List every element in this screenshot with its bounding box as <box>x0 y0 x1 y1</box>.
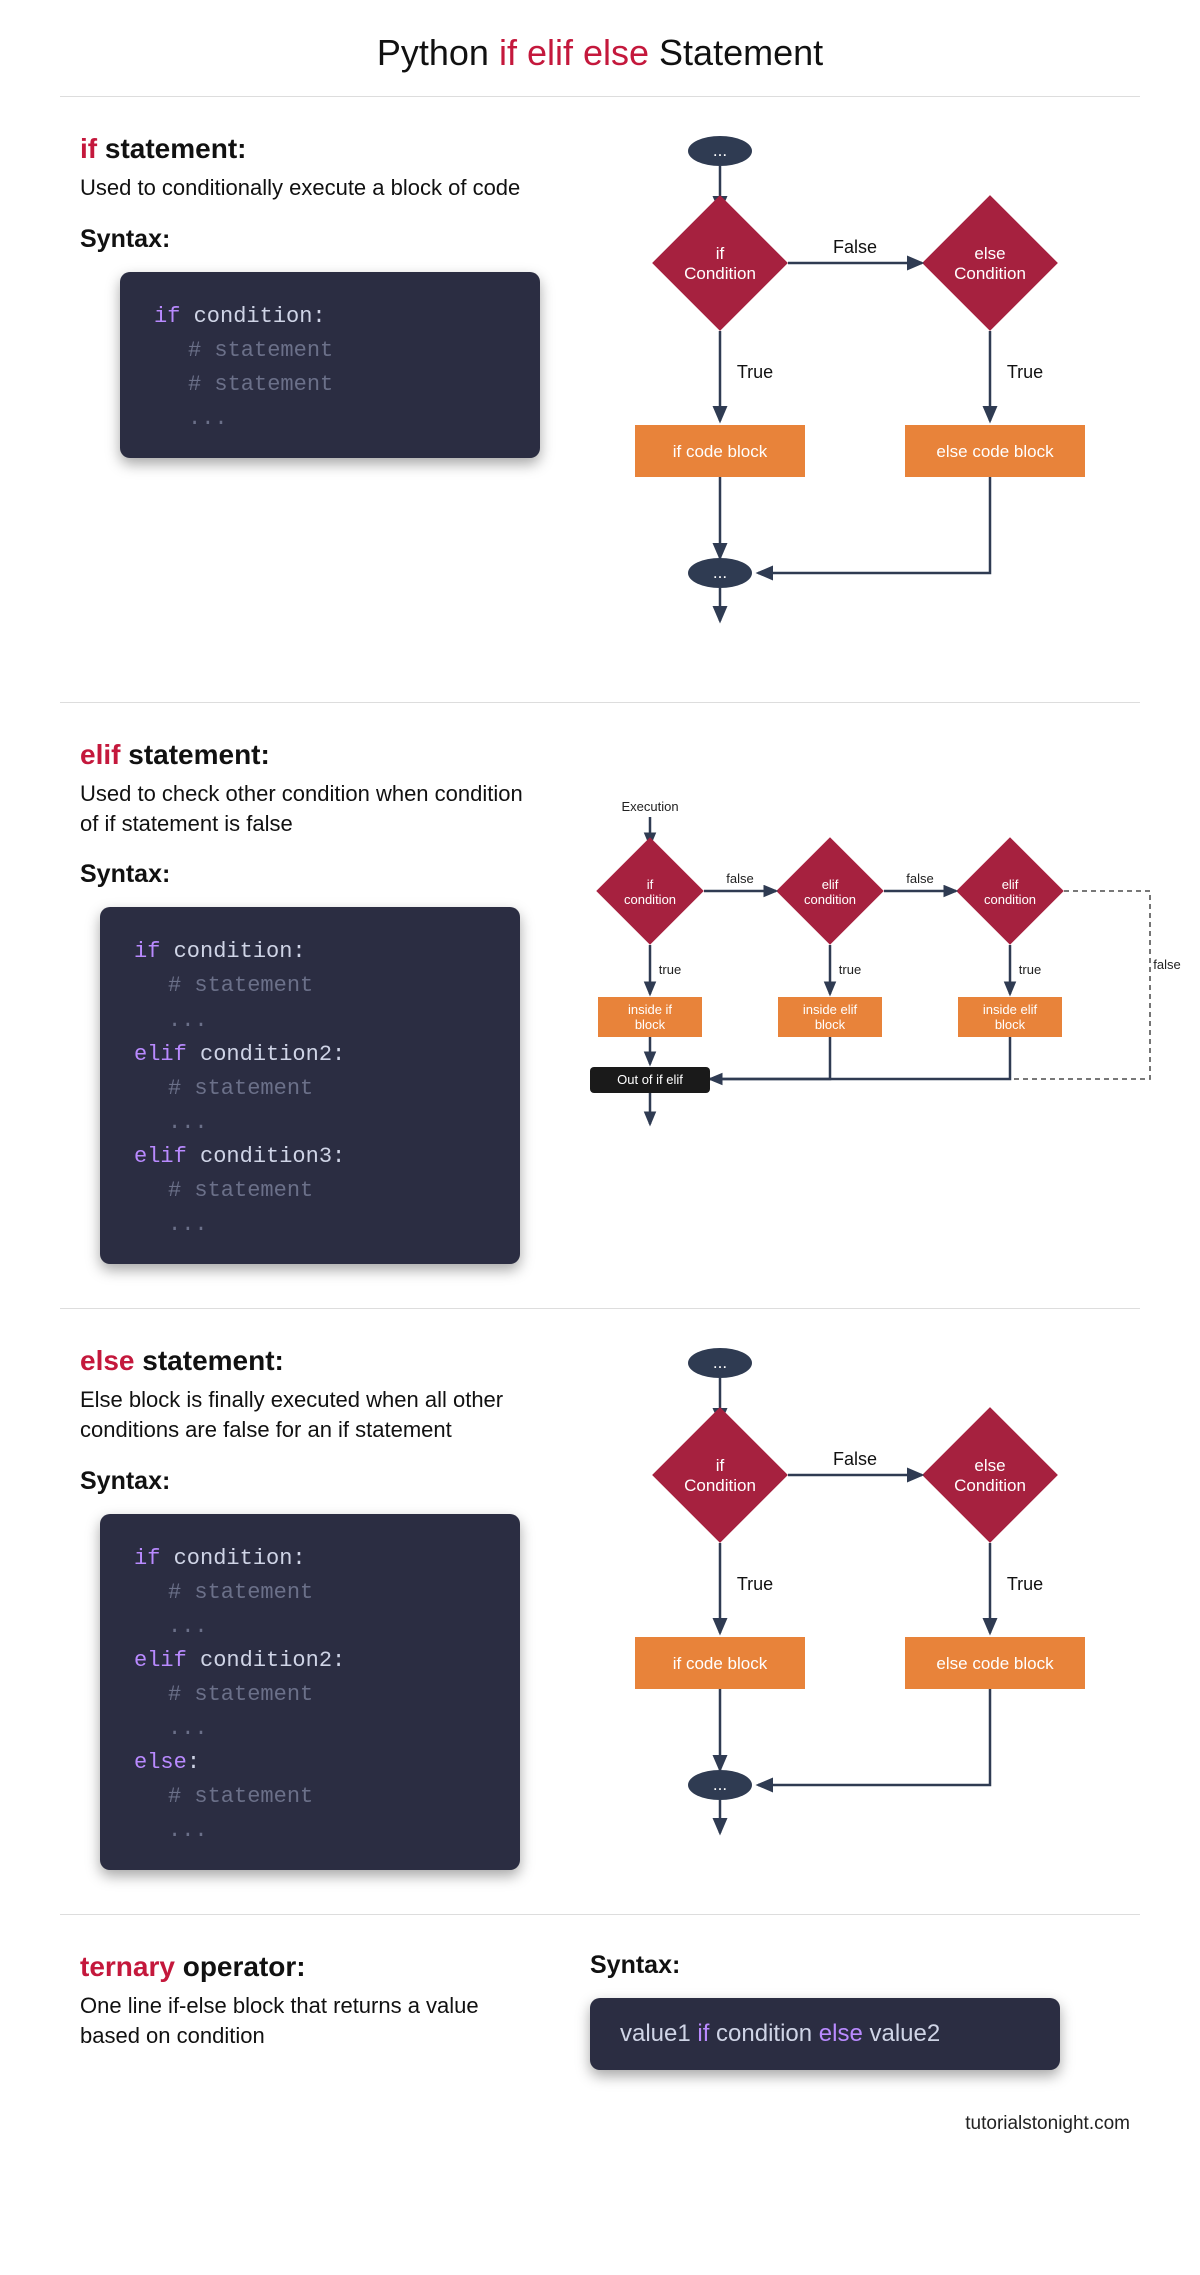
svg-text:Condition: Condition <box>684 264 756 283</box>
svg-text:if code block: if code block <box>673 1654 768 1673</box>
else-syntax-label: Syntax: <box>80 1467 550 1496</box>
else-heading: else statement: <box>80 1345 550 1377</box>
ternary-syntax-label: Syntax: <box>590 1951 1120 1980</box>
svg-text:else code block: else code block <box>936 1654 1054 1673</box>
svg-text:else code block: else code block <box>936 442 1054 461</box>
svg-text:True: True <box>737 1574 773 1594</box>
svg-text:Out of if elif: Out of if elif <box>617 1072 683 1087</box>
else-codebox: if condition: # statement ... elif condi… <box>100 1514 520 1871</box>
svg-text:true: true <box>1019 962 1041 977</box>
footer-attribution: tutorialstonight.com <box>0 2103 1200 2135</box>
svg-text:inside if: inside if <box>628 1002 672 1017</box>
svg-text:condition: condition <box>804 892 856 907</box>
svg-text:inside elif: inside elif <box>803 1002 858 1017</box>
svg-text:inside elif: inside elif <box>983 1002 1038 1017</box>
svg-text:True: True <box>1007 1574 1043 1594</box>
if-desc: Used to conditionally execute a block of… <box>80 173 540 203</box>
section-else: else statement: Else block is finally ex… <box>0 1309 1200 1914</box>
ternary-codebox: value1 if condition else value2 <box>590 1998 1060 2070</box>
svg-text:condition: condition <box>624 892 676 907</box>
svg-text:block: block <box>995 1017 1026 1032</box>
svg-text:...: ... <box>713 563 727 582</box>
svg-text:...: ... <box>713 141 727 160</box>
else-flowchart: ... if Condition else Condition False Tr… <box>590 1345 1150 1865</box>
svg-text:...: ... <box>713 1775 727 1794</box>
else-desc: Else block is finally executed when all … <box>80 1385 540 1444</box>
svg-text:false: false <box>906 871 933 886</box>
elif-heading: elif statement: <box>80 739 550 771</box>
svg-text:if code block: if code block <box>673 442 768 461</box>
elif-desc: Used to check other condition when condi… <box>80 779 540 838</box>
svg-text:False: False <box>833 237 877 257</box>
elif-codebox: if condition: # statement ... elif condi… <box>100 907 520 1264</box>
svg-text:condition: condition <box>984 892 1036 907</box>
ternary-heading: ternary operator: <box>80 1951 550 1983</box>
section-elif: elif statement: Used to check other cond… <box>0 703 1200 1308</box>
section-ternary: ternary operator: One line if-else block… <box>0 1915 1200 2102</box>
if-syntax-label: Syntax: <box>80 225 550 254</box>
svg-text:true: true <box>839 962 861 977</box>
elif-flowchart: Execution ifcondition elifcondition elif… <box>590 799 1200 1159</box>
svg-text:True: True <box>1007 362 1043 382</box>
svg-text:False: False <box>833 1449 877 1469</box>
section-if: if statement: Used to conditionally exec… <box>0 97 1200 702</box>
svg-text:...: ... <box>713 1353 727 1372</box>
svg-text:True: True <box>737 362 773 382</box>
elif-syntax-label: Syntax: <box>80 860 550 889</box>
svg-text:true: true <box>659 962 681 977</box>
svg-text:Condition: Condition <box>684 1476 756 1495</box>
svg-text:else: else <box>974 1456 1005 1475</box>
if-codebox: if condition: # statement # statement ..… <box>120 272 540 458</box>
svg-text:Condition: Condition <box>954 1476 1026 1495</box>
svg-text:block: block <box>815 1017 846 1032</box>
svg-text:Execution: Execution <box>621 799 678 814</box>
svg-text:elif: elif <box>1002 877 1019 892</box>
svg-text:elif: elif <box>822 877 839 892</box>
svg-text:if: if <box>647 877 654 892</box>
if-flowchart: ... if Condition else Condition False Tr… <box>590 133 1150 653</box>
svg-text:if: if <box>716 1456 725 1475</box>
svg-text:block: block <box>635 1017 666 1032</box>
svg-text:if: if <box>716 244 725 263</box>
svg-text:else: else <box>974 244 1005 263</box>
svg-text:Condition: Condition <box>954 264 1026 283</box>
ternary-desc: One line if-else block that returns a va… <box>80 1991 540 2050</box>
page-title: Python if elif else Statement <box>0 0 1200 96</box>
if-heading: if statement: <box>80 133 550 165</box>
svg-text:false: false <box>726 871 753 886</box>
svg-text:false: false <box>1153 957 1180 972</box>
